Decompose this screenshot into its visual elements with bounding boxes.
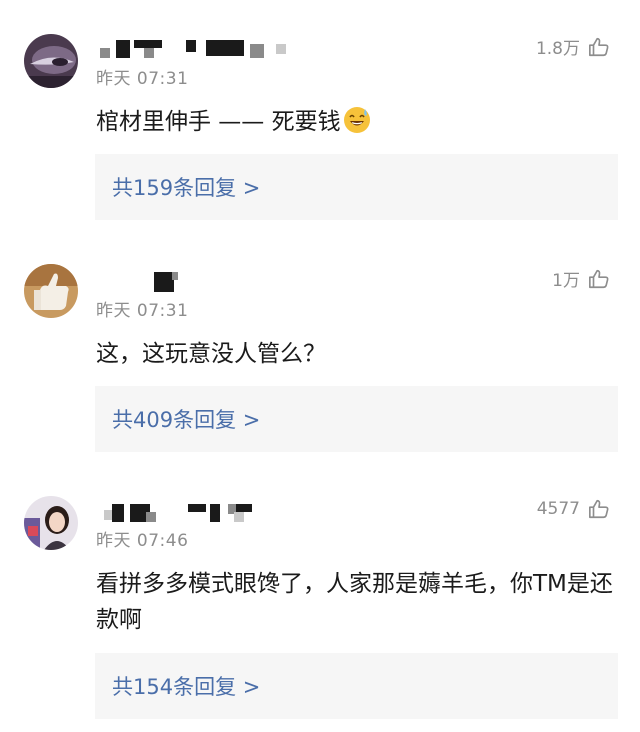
avatar-image xyxy=(24,264,78,318)
comment-time: 昨天 07:46 xyxy=(96,531,189,551)
view-replies-button[interactable]: 共409条回复 > xyxy=(95,386,618,452)
like-button[interactable]: 1万 xyxy=(552,266,610,291)
username-redacted[interactable] xyxy=(100,504,260,522)
comment-time: 昨天 07:31 xyxy=(96,69,189,89)
comment-text: 看拼多多模式眼馋了，人家那是薅羊毛，你TM是还款啊 xyxy=(96,571,613,633)
sweat-smile-emoji xyxy=(343,107,370,133)
like-count: 1.8万 xyxy=(535,39,580,59)
like-count: 4577 xyxy=(536,499,580,519)
comment-item: 昨天 07:46 4577 看拼多多模式眼馋了，人家那是薅羊毛，你TM是还款啊 … xyxy=(0,460,640,732)
view-replies-button[interactable]: 共154条回复 > xyxy=(95,653,618,719)
view-replies-button[interactable]: 共159条回复 > xyxy=(95,154,618,220)
comment-text: 棺材里伸手 —— 死要钱 xyxy=(96,104,616,140)
comment-item: 昨天 07:31 1.8万 棺材里伸手 —— 死要钱 共159条回复 > xyxy=(0,0,640,230)
like-count: 1万 xyxy=(552,271,580,291)
thumbs-up-icon xyxy=(589,499,609,519)
username-redacted[interactable] xyxy=(100,40,290,58)
avatar-image xyxy=(24,34,78,88)
username-redacted[interactable] xyxy=(100,272,178,292)
like-button[interactable]: 4577 xyxy=(537,498,610,520)
thumbs-up-icon xyxy=(589,37,609,56)
comment-text-body: 棺材里伸手 —— 死要钱 xyxy=(96,109,341,135)
comment-text: 这，这玩意没人管么？ xyxy=(96,341,326,367)
comment-time: 昨天 07:31 xyxy=(96,301,189,321)
avatar[interactable] xyxy=(24,34,78,88)
avatar-image xyxy=(24,496,78,550)
avatar[interactable] xyxy=(24,496,78,550)
like-button[interactable]: 1.8万 xyxy=(536,34,610,59)
avatar[interactable] xyxy=(24,264,78,318)
comment-item: 昨天 07:31 1万 这，这玩意没人管么？ 共409条回复 > xyxy=(0,230,640,460)
thumbs-up-icon xyxy=(589,269,609,288)
